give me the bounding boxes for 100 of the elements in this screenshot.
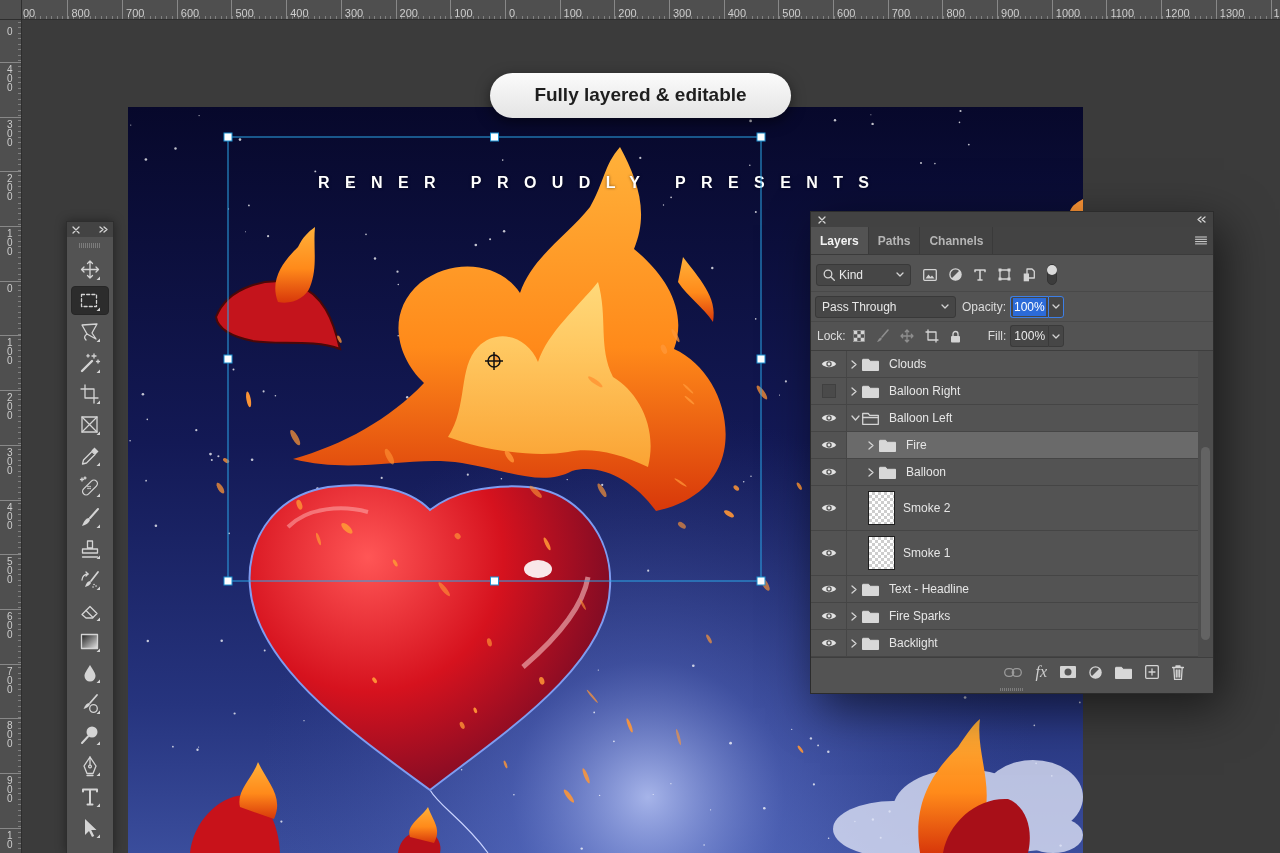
crosshair-icon[interactable] xyxy=(484,351,504,371)
opacity-dropdown-button[interactable] xyxy=(1048,295,1064,318)
layer-row[interactable]: Balloon Right xyxy=(847,378,1198,404)
chevron-right-icon[interactable] xyxy=(851,611,857,621)
chevron-right-icon[interactable] xyxy=(851,584,857,594)
filter-switch[interactable] xyxy=(1047,264,1057,285)
panel-grip[interactable] xyxy=(79,243,101,248)
layer-row[interactable]: Smoke 1 xyxy=(847,531,1198,575)
layer-row[interactable]: Backlight xyxy=(847,630,1198,656)
transform-handle[interactable] xyxy=(490,576,499,586)
eye-icon[interactable] xyxy=(820,413,837,423)
panel-menu-icon[interactable] xyxy=(1195,236,1207,245)
ember xyxy=(315,532,322,546)
magic-wand-icon[interactable] xyxy=(79,351,101,374)
chevron-down-icon xyxy=(1052,304,1060,309)
crop-icon[interactable] xyxy=(79,382,101,405)
fx-button[interactable]: fx xyxy=(1035,664,1047,680)
eye-icon[interactable] xyxy=(820,548,837,558)
polygon-lasso-icon[interactable] xyxy=(79,320,101,343)
chevron-right-icon[interactable] xyxy=(851,638,857,648)
type-icon[interactable] xyxy=(974,268,986,281)
half-filled-circle-icon[interactable] xyxy=(1089,665,1102,679)
eye-icon[interactable] xyxy=(820,440,837,450)
trash-icon[interactable] xyxy=(1172,664,1184,680)
close-icon[interactable] xyxy=(72,225,80,234)
layer-name: Smoke 1 xyxy=(903,545,951,562)
fill-field[interactable]: 100% xyxy=(1010,325,1049,347)
half-filled-circle-icon[interactable] xyxy=(949,268,962,281)
chevron-down-icon[interactable] xyxy=(851,415,860,421)
chevron-right-icon[interactable] xyxy=(868,467,874,477)
layer-row[interactable]: Smoke 2 xyxy=(847,486,1198,530)
transform-handle[interactable] xyxy=(490,132,499,142)
chevron-right-icon[interactable] xyxy=(868,440,874,450)
transform-handle[interactable] xyxy=(223,132,233,142)
ruler-label: 200 xyxy=(7,393,13,421)
brush-icon[interactable] xyxy=(79,506,101,529)
image-icon[interactable] xyxy=(923,268,937,281)
layer-row[interactable]: Balloon Left xyxy=(847,405,1198,431)
ruler-label: 00 xyxy=(23,7,36,19)
filter-dropdown[interactable]: Kind xyxy=(816,263,911,286)
eye-icon[interactable] xyxy=(820,503,837,513)
move-arrows-icon[interactable] xyxy=(79,258,101,281)
chevron-right-icon[interactable] xyxy=(851,386,857,396)
transform-handle[interactable] xyxy=(223,354,233,364)
lock-icon[interactable] xyxy=(949,329,961,343)
eye-icon[interactable] xyxy=(820,359,837,369)
checkerboard-icon[interactable] xyxy=(852,330,865,342)
transform-handle[interactable] xyxy=(756,132,766,142)
eye-icon[interactable] xyxy=(820,584,837,594)
shape-icon[interactable] xyxy=(998,268,1011,281)
bandage-icon[interactable] xyxy=(79,475,101,498)
layer-row[interactable]: Fire Sparks xyxy=(847,603,1198,629)
layer-row[interactable]: Fire xyxy=(847,432,1198,458)
layer-thumbnail xyxy=(868,536,895,570)
new-layer-icon[interactable] xyxy=(1145,665,1159,679)
document-icon[interactable] xyxy=(1023,267,1035,282)
folder-icon xyxy=(862,609,879,623)
ruler-label: 400 xyxy=(7,65,13,92)
ruler-label: 900 xyxy=(7,775,13,803)
layer-name: Smoke 2 xyxy=(903,500,951,517)
opacity-label: Opacity: xyxy=(962,298,1006,316)
expand-icon[interactable] xyxy=(99,226,108,233)
transform-handle[interactable] xyxy=(756,576,766,586)
tool-button[interactable] xyxy=(71,286,109,315)
chevron-right-icon[interactable] xyxy=(851,359,857,369)
ember xyxy=(582,768,590,784)
stamp-icon[interactable] xyxy=(79,537,101,560)
ruler-label: 1300 xyxy=(1219,7,1245,19)
ember xyxy=(579,599,586,610)
resize-grip[interactable] xyxy=(1000,688,1024,691)
eye-icon[interactable] xyxy=(820,611,837,621)
layer-row[interactable]: Text - Headline xyxy=(847,576,1198,602)
folder-icon xyxy=(879,465,896,479)
panel-tab[interactable]: Layers xyxy=(811,227,869,254)
layer-row[interactable]: Balloon xyxy=(847,459,1198,485)
ruler-label: 400 xyxy=(727,7,746,19)
layer-row[interactable]: Clouds xyxy=(847,351,1198,377)
collapse-icon[interactable] xyxy=(1197,216,1206,223)
ember xyxy=(674,478,687,487)
ember xyxy=(529,485,542,498)
link-icon[interactable] xyxy=(1004,667,1023,677)
opacity-field[interactable]: 100% xyxy=(1010,295,1048,318)
folder-icon xyxy=(862,357,879,371)
transform-handle[interactable] xyxy=(756,354,766,364)
ruler-label: 800 xyxy=(71,7,90,19)
folder-icon[interactable] xyxy=(1115,665,1132,679)
fill-dropdown-button[interactable] xyxy=(1048,325,1065,347)
brush-arrow-icon[interactable] xyxy=(79,568,101,591)
ruler-label: 400 xyxy=(7,502,13,530)
blend-mode-dropdown[interactable]: Pass Through xyxy=(815,295,956,318)
eye-icon[interactable] xyxy=(820,638,837,648)
eye-icon[interactable] xyxy=(820,467,837,477)
ember xyxy=(724,510,734,518)
transform-handle[interactable] xyxy=(223,576,233,586)
ruler-label: 100 xyxy=(563,7,582,19)
close-icon[interactable] xyxy=(818,215,826,224)
ember xyxy=(223,458,230,463)
crop-frame-icon[interactable] xyxy=(924,329,939,343)
mask-icon[interactable] xyxy=(1060,666,1076,678)
crossed-frame-icon[interactable] xyxy=(79,413,101,436)
